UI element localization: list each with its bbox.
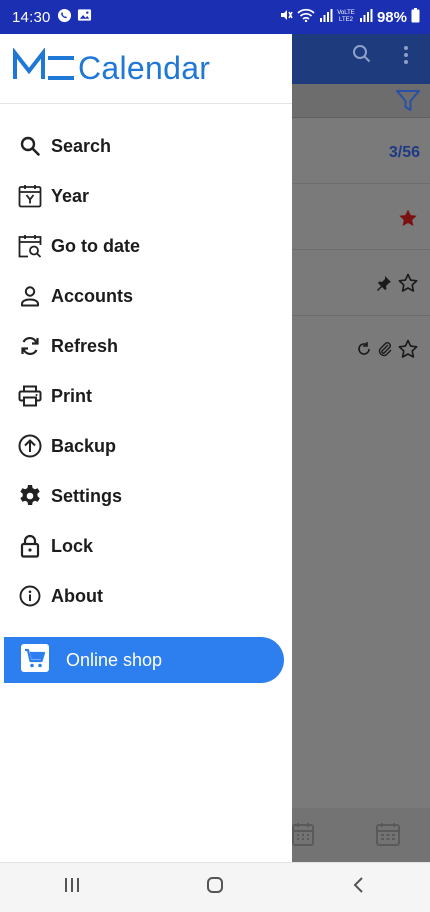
search-icon <box>17 133 43 159</box>
status-bar: 14:30 VoLTE LTE2 98% <box>0 0 430 34</box>
svg-text:VoLTE: VoLTE <box>337 10 355 16</box>
filter-icon[interactable] <box>395 88 421 119</box>
menu-item-print[interactable]: Print <box>0 371 292 421</box>
app-logo-icon <box>12 47 76 89</box>
person-icon <box>17 283 43 309</box>
svg-text:LTE2: LTE2 <box>339 17 354 22</box>
search-icon[interactable] <box>352 44 372 69</box>
menu-item-label: Go to date <box>51 235 140 256</box>
clock: 14:30 <box>12 8 51 26</box>
gear-icon <box>17 483 43 509</box>
menu-item-label: Refresh <box>51 335 119 356</box>
menu-item-label: Backup <box>51 435 117 456</box>
event-counter: 3/56 <box>388 144 420 161</box>
pin-icon <box>376 275 392 296</box>
lock-icon <box>17 533 43 559</box>
home-icon <box>206 876 224 899</box>
menu-item-year[interactable]: Year <box>0 171 292 221</box>
year-calendar-icon <box>17 183 43 209</box>
menu-item-backup[interactable]: Backup <box>0 421 292 471</box>
menu-item-label: Year <box>51 185 90 206</box>
menu-item-refresh[interactable]: Refresh <box>0 321 292 371</box>
signal-icon <box>319 8 333 26</box>
menu-item-label: Settings <box>51 485 123 506</box>
star-filled-icon[interactable] <box>398 208 418 233</box>
volte-icon: VoLTE LTE2 <box>337 8 355 26</box>
back-icon <box>352 876 364 899</box>
upload-icon <box>17 433 43 459</box>
battery-icon <box>411 7 420 27</box>
info-icon <box>17 583 43 609</box>
recent-apps-icon <box>63 877 81 898</box>
printer-icon <box>17 383 43 409</box>
menu-item-about[interactable]: About <box>0 571 292 621</box>
drawer-menu: Search Year Go to date Accounts Refresh <box>0 121 292 621</box>
menu-item-label: About <box>51 585 103 606</box>
system-nav-bar <box>0 862 430 912</box>
home-button[interactable] <box>185 868 245 908</box>
whatsapp-icon <box>57 8 72 27</box>
recent-apps-button[interactable] <box>42 868 102 908</box>
star-outline-icon[interactable] <box>398 339 418 364</box>
calendar-icon[interactable] <box>292 822 314 851</box>
attachment-icon <box>377 341 393 362</box>
menu-item-label: Accounts <box>51 285 134 306</box>
calendar-search-icon <box>17 233 43 259</box>
mute-icon <box>279 8 293 26</box>
menu-item-accounts[interactable]: Accounts <box>0 271 292 321</box>
online-shop-label: Online shop <box>66 649 163 670</box>
cart-icon <box>20 643 50 678</box>
menu-item-go-to-date[interactable]: Go to date <box>0 221 292 271</box>
signal-icon <box>359 8 373 26</box>
gallery-icon <box>77 8 92 26</box>
back-button[interactable] <box>328 868 388 908</box>
app-name: Calendar <box>78 50 211 86</box>
navigation-drawer: Calendar Search Year Go to date Accounts <box>0 34 292 862</box>
menu-item-label: Print <box>51 385 93 406</box>
menu-item-label: Lock <box>51 535 94 556</box>
menu-item-settings[interactable]: Settings <box>0 471 292 521</box>
menu-item-label: Search <box>51 135 112 156</box>
wifi-icon <box>297 8 315 26</box>
menu-item-search[interactable]: Search <box>0 121 292 171</box>
battery-level: 98% <box>376 8 407 26</box>
calendar-icon[interactable] <box>376 822 400 851</box>
star-outline-icon[interactable] <box>398 273 418 298</box>
refresh-icon <box>17 333 43 359</box>
more-options-icon[interactable] <box>400 44 412 71</box>
online-shop-button[interactable]: Online shop <box>4 637 284 683</box>
drawer-header: Calendar <box>0 34 292 104</box>
menu-item-lock[interactable]: Lock <box>0 521 292 571</box>
repeat-icon <box>356 341 372 362</box>
